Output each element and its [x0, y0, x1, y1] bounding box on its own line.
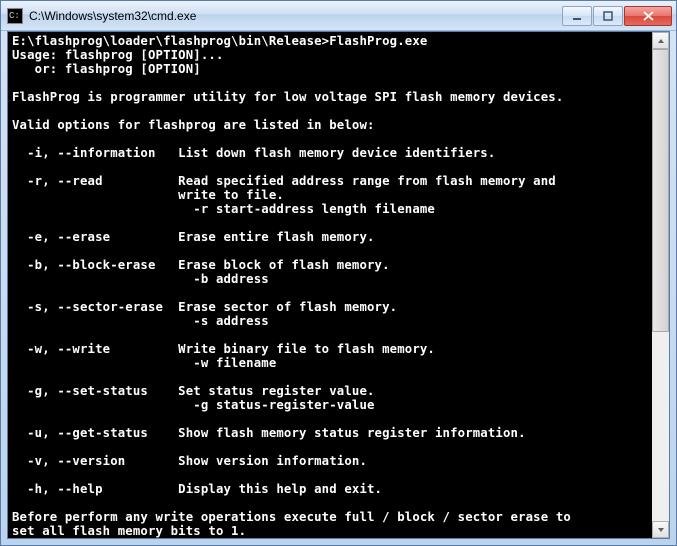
scroll-track[interactable] — [652, 49, 669, 521]
titlebar[interactable]: C: C:\Windows\system32\cmd.exe — [1, 1, 676, 31]
line: -s address — [12, 314, 269, 328]
window-title: C:\Windows\system32\cmd.exe — [29, 9, 562, 23]
line: -w, --write Write binary file to flash m… — [12, 342, 435, 356]
line: -i, --information List down flash memory… — [12, 146, 495, 160]
window-controls — [562, 6, 672, 26]
minimize-button[interactable] — [562, 6, 592, 26]
maximize-icon — [603, 11, 613, 21]
line: -e, --erase Erase entire flash memory. — [12, 230, 375, 244]
line: -r start-address length filename — [12, 202, 435, 216]
line: Before perform any write operations exec… — [12, 510, 571, 524]
line: or: flashprog [OPTION] — [12, 62, 201, 76]
chevron-down-icon — [657, 527, 665, 533]
line: -b, --block-erase Erase block of flash m… — [12, 258, 390, 272]
client-area: E:\flashprog\loader\flashprog\bin\Releas… — [7, 31, 670, 539]
line: write to file. — [12, 188, 284, 202]
scroll-thumb[interactable] — [652, 49, 669, 332]
line: -s, --sector-erase Erase sector of flash… — [12, 300, 397, 314]
line: -g, --set-status Set status register val… — [12, 384, 375, 398]
line: E:\flashprog\loader\flashprog\bin\Releas… — [12, 34, 427, 48]
line: -b address — [12, 272, 269, 286]
chevron-up-icon — [657, 38, 665, 44]
line: set all flash memory bits to 1. — [12, 524, 246, 538]
line: -w filename — [12, 356, 276, 370]
line: Valid options for flashprog are listed i… — [12, 118, 375, 132]
line: FlashProg is programmer utility for low … — [12, 90, 563, 104]
line: -v, --version Show version information. — [12, 454, 367, 468]
line: -h, --help Display this help and exit. — [12, 482, 382, 496]
maximize-button[interactable] — [593, 6, 623, 26]
vertical-scrollbar[interactable] — [652, 32, 669, 538]
cmd-window: C: C:\Windows\system32\cmd.exe E:\flashp… — [0, 0, 677, 546]
close-icon — [643, 11, 654, 21]
cmd-icon: C: — [7, 8, 23, 24]
close-button[interactable] — [624, 6, 672, 26]
terminal-output[interactable]: E:\flashprog\loader\flashprog\bin\Releas… — [8, 32, 652, 538]
minimize-icon — [572, 11, 582, 21]
line: Usage: flashprog [OPTION]... — [12, 48, 224, 62]
line: -u, --get-status Show flash memory statu… — [12, 426, 526, 440]
line: -g status-register-value — [12, 398, 375, 412]
scroll-up-button[interactable] — [652, 32, 669, 49]
line: -r, --read Read specified address range … — [12, 174, 556, 188]
scroll-down-button[interactable] — [652, 521, 669, 538]
